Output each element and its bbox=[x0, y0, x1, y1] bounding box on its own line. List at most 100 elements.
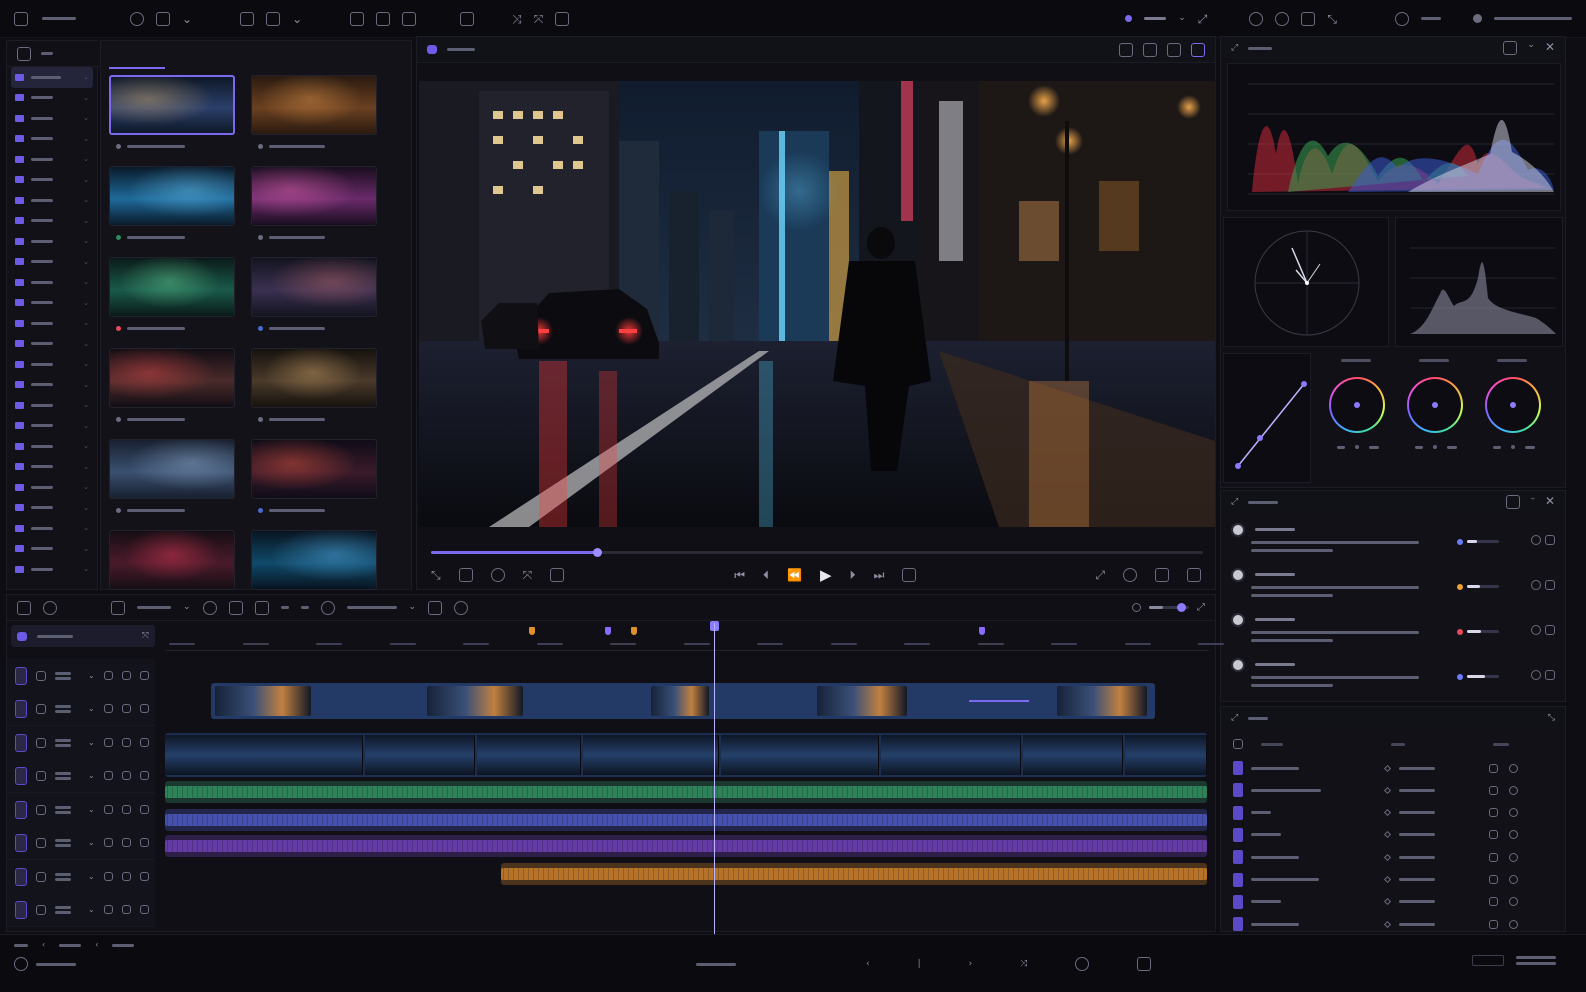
viewer-scrubber[interactable] bbox=[431, 548, 1203, 557]
user-icon[interactable] bbox=[1473, 14, 1482, 23]
audio-track-2[interactable] bbox=[165, 809, 1207, 831]
layer-row[interactable] bbox=[1233, 891, 1541, 913]
status-help-icon[interactable] bbox=[14, 957, 28, 971]
pin-icon[interactable] bbox=[1506, 495, 1521, 509]
track-lock-icon[interactable] bbox=[103, 738, 113, 747]
layout-icon[interactable] bbox=[1301, 11, 1316, 26]
export-icon[interactable] bbox=[266, 11, 281, 26]
menu-placeholder[interactable] bbox=[42, 17, 76, 20]
track-link-icon[interactable] bbox=[36, 670, 46, 681]
chevron-down-icon[interactable]: ⌄ bbox=[83, 94, 89, 102]
clip-segment[interactable] bbox=[881, 735, 1021, 775]
color-wheel[interactable] bbox=[1485, 377, 1541, 433]
sequence-name[interactable] bbox=[137, 606, 171, 609]
lock-icon[interactable] bbox=[460, 11, 475, 26]
lock-icon[interactable] bbox=[1489, 830, 1498, 840]
zoom-out-icon[interactable] bbox=[1132, 603, 1141, 612]
track-solo-icon[interactable] bbox=[139, 738, 149, 747]
color-wheel[interactable] bbox=[1329, 377, 1385, 433]
folder-item[interactable]: ⌄ bbox=[7, 416, 97, 437]
track-arrow-icon[interactable]: ⌄ bbox=[88, 738, 95, 747]
settings-icon[interactable] bbox=[1123, 568, 1137, 582]
track-mute-icon[interactable] bbox=[121, 805, 131, 814]
track-menu-icon[interactable] bbox=[55, 872, 71, 881]
track-solo-icon[interactable] bbox=[139, 671, 149, 680]
keyframe-icon[interactable] bbox=[1383, 809, 1392, 817]
track-header[interactable]: ⌄ bbox=[7, 860, 155, 894]
wheel-reset-icon[interactable] bbox=[1355, 445, 1359, 449]
folder-item[interactable]: ⌄ bbox=[11, 67, 93, 88]
track-header[interactable]: ⌄ bbox=[7, 759, 155, 793]
layer-row[interactable] bbox=[1233, 913, 1541, 935]
folder-item[interactable]: ⌄ bbox=[7, 457, 97, 478]
folder-item[interactable]: ⌄ bbox=[7, 539, 97, 560]
track-arrow-icon[interactable]: ⌄ bbox=[88, 704, 95, 713]
status-shuffle-icon[interactable]: ⤨ bbox=[1020, 959, 1027, 969]
folder-item[interactable]: ⌄ bbox=[7, 436, 97, 457]
zoom-slider-handle[interactable] bbox=[1177, 603, 1186, 612]
folder-item[interactable]: ⌄ bbox=[7, 559, 97, 580]
track-mute-icon[interactable] bbox=[121, 838, 131, 847]
chevron-down-icon[interactable]: ⌄ bbox=[83, 504, 89, 512]
inspector-row[interactable] bbox=[1229, 519, 1555, 563]
timeline-ruler[interactable] bbox=[165, 625, 1224, 651]
folder-item[interactable]: ⌄ bbox=[7, 170, 97, 191]
clip-thumbnail[interactable] bbox=[109, 439, 235, 499]
track-header[interactable]: ⌄ bbox=[7, 692, 155, 726]
folder-item[interactable]: ⌄ bbox=[7, 293, 97, 314]
clip-thumbnail[interactable] bbox=[109, 257, 235, 317]
go-to-end-icon[interactable]: ⏭ bbox=[874, 569, 885, 581]
viewer-frame[interactable] bbox=[419, 81, 1215, 527]
chevron-down-icon[interactable]: ⌄ bbox=[83, 196, 89, 204]
chevron-down-icon[interactable]: ⌄ bbox=[83, 278, 89, 286]
row-settings-icon[interactable] bbox=[1545, 535, 1555, 545]
folder-item[interactable]: ⌄ bbox=[7, 190, 97, 211]
chevron-down-icon[interactable]: ⌄ bbox=[83, 340, 89, 348]
link-icon[interactable]: ⤧ bbox=[534, 13, 544, 25]
lock-icon[interactable] bbox=[1489, 875, 1498, 884]
audio-track-3[interactable] bbox=[165, 835, 1207, 857]
track-mute-icon[interactable] bbox=[121, 738, 131, 747]
folder-item[interactable]: ⌄ bbox=[7, 313, 97, 334]
folder-item[interactable]: ⌄ bbox=[7, 211, 97, 232]
split-icon[interactable]: ⤨ bbox=[512, 13, 522, 25]
track-mute-icon[interactable] bbox=[121, 704, 131, 713]
track-header[interactable]: ⌄ bbox=[7, 893, 155, 927]
track-mute-icon[interactable] bbox=[121, 872, 131, 881]
ripple-icon[interactable] bbox=[254, 600, 269, 615]
dropdown-icon[interactable]: ⌄ bbox=[292, 13, 302, 25]
rewind-icon[interactable]: ⏪ bbox=[787, 569, 802, 581]
wheel-handle[interactable] bbox=[1354, 402, 1360, 408]
audio-track-1[interactable] bbox=[165, 781, 1207, 803]
visibility-icon[interactable] bbox=[1509, 785, 1518, 795]
folder-item[interactable]: ⌄ bbox=[7, 149, 97, 170]
thumbnail-item[interactable] bbox=[251, 439, 395, 530]
folder-item[interactable]: ⌄ bbox=[7, 498, 97, 519]
zoom-preset[interactable] bbox=[346, 606, 397, 609]
lock-icon[interactable] bbox=[1489, 919, 1498, 929]
dropdown-icon[interactable]: ⌄ bbox=[183, 603, 191, 612]
wheel-handle[interactable] bbox=[1510, 402, 1516, 408]
clip-thumbnail[interactable] bbox=[251, 348, 377, 408]
track-link-icon[interactable] bbox=[36, 871, 46, 882]
scrubber-handle[interactable] bbox=[592, 548, 602, 557]
clip-thumbnail[interactable] bbox=[251, 75, 377, 135]
fullscreen-icon[interactable]: ⤡ bbox=[1327, 13, 1337, 25]
track-mute-icon[interactable] bbox=[121, 905, 131, 914]
undo-icon[interactable] bbox=[130, 11, 144, 26]
chevron-down-icon[interactable]: ⌄ bbox=[83, 217, 89, 225]
media-icon[interactable] bbox=[17, 46, 31, 61]
layers-expand-icon[interactable]: ⤡ bbox=[1548, 713, 1555, 723]
zoom-slider[interactable] bbox=[1149, 603, 1189, 612]
keyframe-icon[interactable] bbox=[1383, 764, 1392, 772]
track-link-icon[interactable] bbox=[36, 770, 46, 781]
layer-row[interactable] bbox=[1233, 869, 1541, 891]
layer-row[interactable] bbox=[1233, 846, 1541, 868]
minimize-icon[interactable]: – bbox=[1530, 495, 1535, 509]
status-prev-icon[interactable]: ‹ bbox=[42, 941, 45, 949]
folder-item[interactable]: ⌄ bbox=[7, 272, 97, 293]
folder-item[interactable]: ⌄ bbox=[7, 129, 97, 150]
transform-icon[interactable]: ⤧ bbox=[523, 569, 533, 581]
track-mute-icon[interactable] bbox=[121, 771, 131, 780]
clip-thumbnail[interactable] bbox=[109, 348, 235, 408]
